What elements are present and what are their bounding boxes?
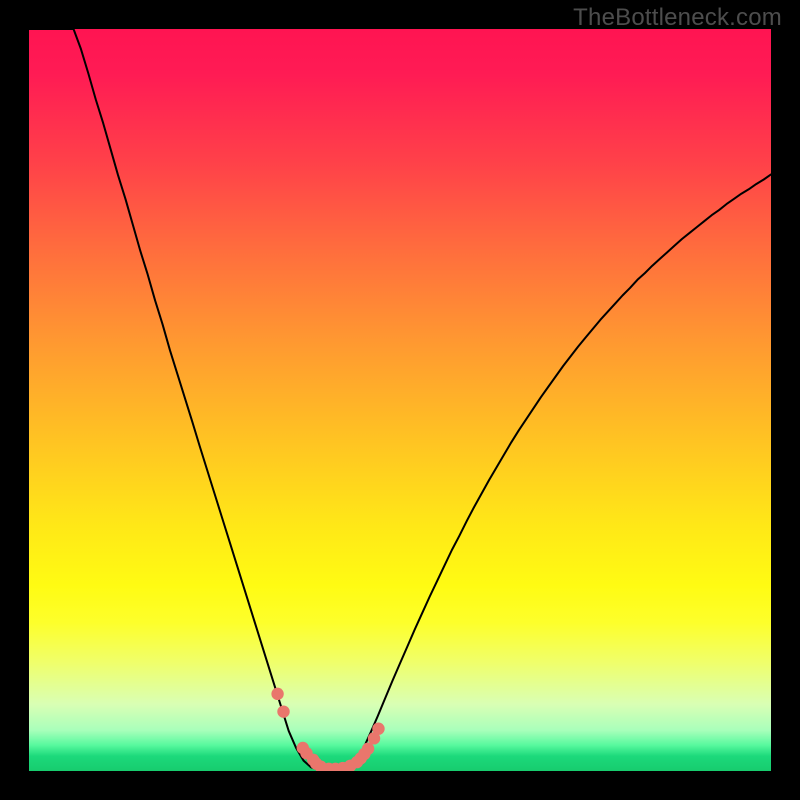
plot-area — [29, 29, 771, 771]
data-dot — [271, 688, 283, 700]
chart-frame: TheBottleneck.com — [0, 0, 800, 800]
data-dot — [372, 723, 384, 735]
data-dot — [362, 743, 374, 755]
data-dot — [277, 705, 289, 717]
watermark-text: TheBottleneck.com — [573, 4, 782, 32]
bottleneck-curve — [29, 29, 771, 770]
curve-layer — [29, 29, 771, 771]
